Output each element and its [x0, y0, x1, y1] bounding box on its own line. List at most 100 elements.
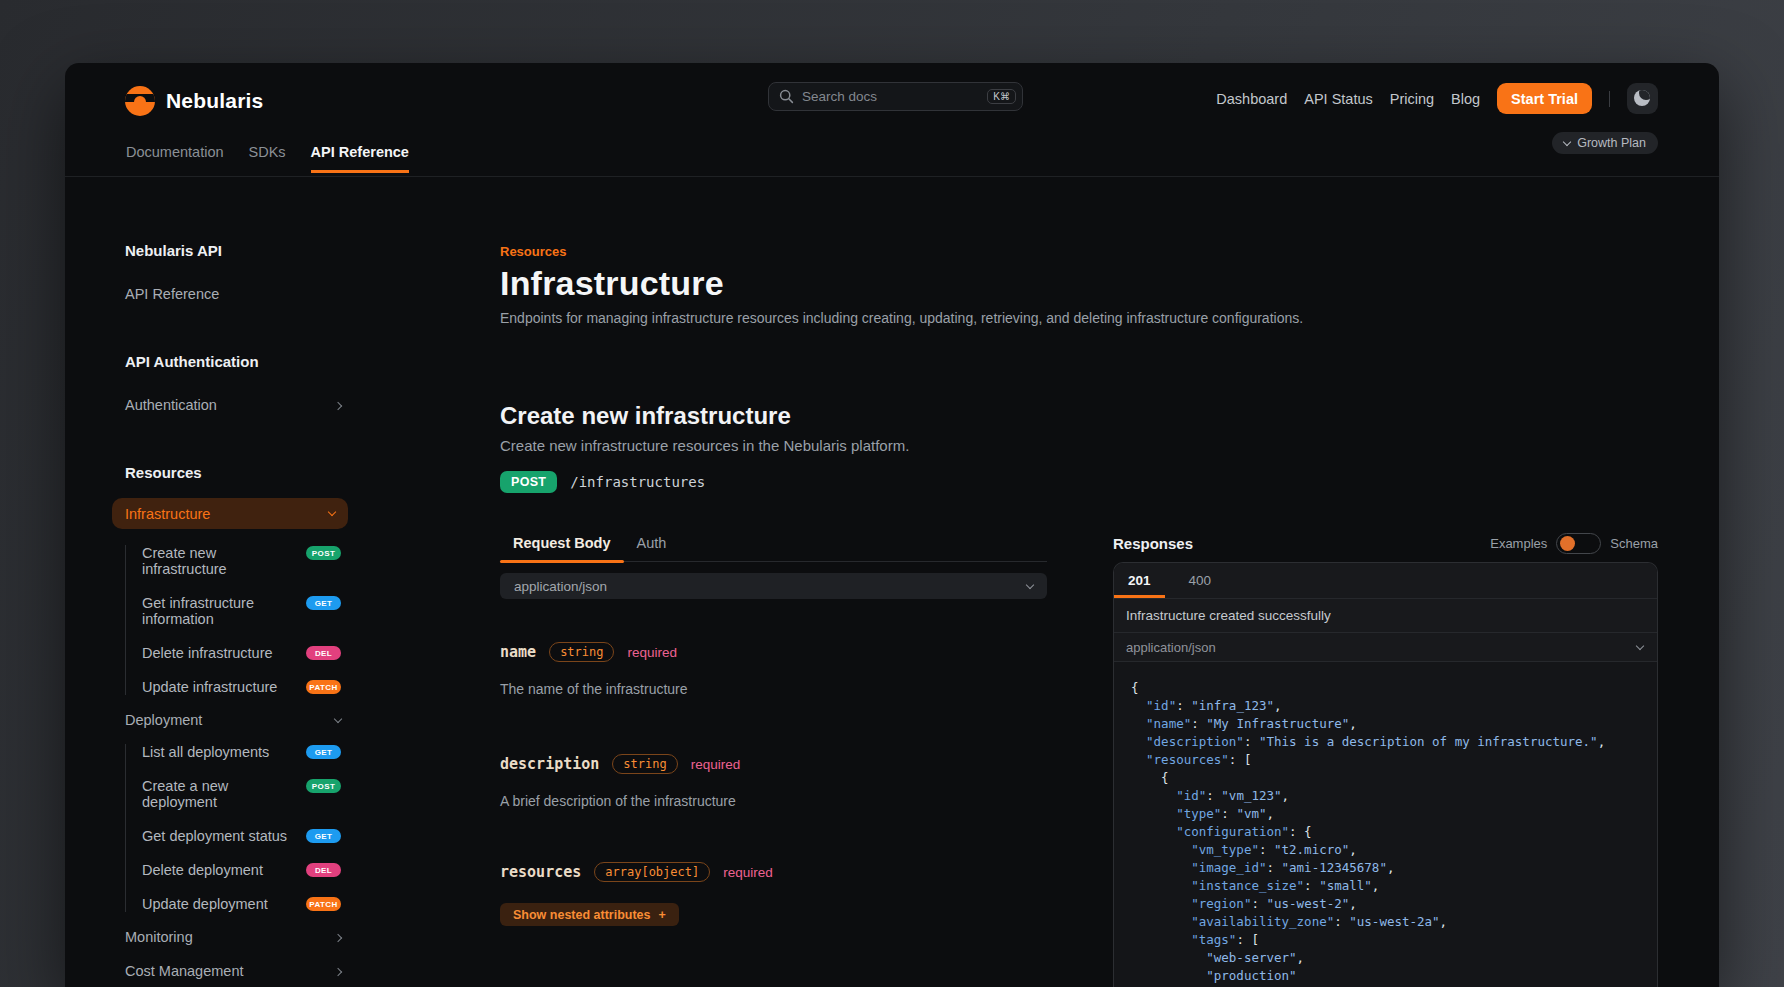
field-name: name — [500, 643, 536, 661]
sidebar-item-monitoring[interactable]: Monitoring — [125, 930, 341, 945]
examples-schema-toggle-group: Examples Schema — [1490, 533, 1658, 554]
sidebar-endpoint-delete-deployment[interactable]: Delete deploymentDEL — [142, 862, 341, 878]
header-divider — [1609, 91, 1610, 107]
moon-icon — [1634, 90, 1650, 106]
sidebar-endpoint-create-a-new-deployment[interactable]: Create a new deploymentPOST — [142, 778, 341, 810]
code-line: "id": "vm_123", — [1131, 787, 1657, 805]
show-nested-attributes-button[interactable]: Show nested attributes + — [500, 903, 679, 926]
search-input[interactable]: Search docs K⌘ — [768, 82, 1023, 111]
code-line: "configuration": { — [1131, 823, 1657, 841]
code-line: "image_id": "ami-12345678", — [1131, 859, 1657, 877]
chevron-down-icon — [1636, 641, 1644, 649]
code-line: "type": "vm", — [1131, 805, 1657, 823]
header-link-api-status[interactable]: API Status — [1304, 91, 1373, 107]
method-badge: POST — [500, 471, 557, 493]
header-links: Dashboard API Status Pricing Blog — [1216, 91, 1480, 107]
sidebar-item-cost-management[interactable]: Cost Management — [125, 964, 341, 979]
breadcrumb-eyebrow: Resources — [500, 245, 1360, 259]
sidebar-section-heading: Resources — [125, 465, 341, 481]
code-line: "instance_size": "small", — [1131, 877, 1657, 895]
sidebar-endpoint-list-all-deployments[interactable]: List all deploymentsGET — [142, 744, 341, 760]
page-title: Infrastructure — [500, 265, 1360, 301]
method-badge-get: GET — [306, 745, 341, 759]
app-window: Nebularis Search docs K⌘ DashboardAPI St… — [65, 63, 1719, 987]
field-type-badge: string — [549, 642, 614, 662]
sidebar-item-infrastructure[interactable]: Infrastructure — [112, 498, 348, 529]
header-link-dashboard[interactable]: Dashboard — [1216, 91, 1287, 107]
chevron-down-icon — [334, 715, 342, 723]
plus-icon: + — [659, 908, 666, 922]
tab-documentation[interactable]: Documentation — [126, 145, 224, 173]
toggle-label-schema: Schema — [1610, 536, 1658, 551]
sidebar-endpoint-get-infrastructure-information[interactable]: Get infrastructure informationGET — [142, 595, 341, 627]
response-tab-400[interactable]: 400 — [1175, 563, 1226, 598]
plan-label: Growth Plan — [1577, 136, 1646, 150]
response-content-type[interactable]: application/json — [1114, 633, 1657, 662]
method-badge-post: POST — [306, 546, 341, 560]
sidebar-endpoint-update-infrastructure[interactable]: Update infrastructurePATCH — [142, 679, 341, 695]
endpoint-row: POST /infrastructures — [500, 471, 1360, 493]
field-type-badge: string — [612, 754, 677, 774]
examples-schema-toggle[interactable] — [1556, 533, 1601, 554]
primary-tabs: Documentation SDKs API Reference — [126, 145, 409, 173]
site-header: Nebularis Search docs K⌘ DashboardAPI St… — [65, 63, 1719, 177]
response-panel: 201400 Infrastructure created successful… — [1113, 562, 1658, 987]
header-link-blog[interactable]: Blog — [1451, 91, 1480, 107]
search-placeholder: Search docs — [802, 89, 979, 104]
field-type-badge: array[object] — [594, 862, 710, 882]
endpoint-title: Create new infrastructure — [500, 403, 1360, 429]
chevron-down-icon — [328, 508, 336, 516]
method-badge-patch: PATCH — [306, 680, 341, 694]
response-code-block: { "id": "infra_123", "name": "My Infrast… — [1114, 662, 1657, 985]
code-line: { — [1131, 679, 1657, 697]
chevron-down-icon — [1026, 580, 1034, 588]
sidebar-endpoint-create-new-infrastructure[interactable]: Create new infrastructurePOST — [142, 545, 341, 577]
code-line: "web-server", — [1131, 949, 1657, 967]
theme-toggle-button[interactable] — [1627, 83, 1658, 114]
sidebar-endpoint-delete-infrastructure[interactable]: Delete infrastructureDEL — [142, 645, 341, 661]
sidebar: Nebularis API API Reference API Authentica… — [125, 177, 341, 979]
field-required-flag: required — [627, 645, 677, 660]
tab-sdks[interactable]: SDKs — [249, 145, 286, 173]
code-line: "tags": [ — [1131, 931, 1657, 949]
page-description: Endpoints for managing infrastructure re… — [500, 308, 1360, 328]
method-badge-del: DEL — [306, 646, 341, 660]
chevron-right-icon — [334, 933, 342, 941]
keyboard-shortcut-badge: K⌘ — [987, 89, 1016, 104]
code-line: "resources": [ — [1131, 751, 1657, 769]
request-tab-auth[interactable]: Auth — [624, 536, 680, 561]
method-badge-post: POST — [306, 779, 341, 793]
request-tabs: Request BodyAuth — [500, 536, 1047, 562]
code-line: "id": "infra_123", — [1131, 697, 1657, 715]
method-badge-get: GET — [306, 829, 341, 843]
code-line: "description": "This is a description of… — [1131, 733, 1657, 751]
start-trial-button[interactable]: Start Trial — [1497, 83, 1592, 114]
field-required-flag: required — [723, 865, 773, 880]
responses-title: Responses — [1113, 535, 1193, 552]
sidebar-section-heading: Nebularis API — [125, 243, 341, 259]
sidebar-endpoint-update-deployment[interactable]: Update deploymentPATCH — [142, 896, 341, 912]
method-badge-del: DEL — [306, 863, 341, 877]
content-type-select[interactable]: application/json — [500, 573, 1047, 599]
response-status-tabs: 201 400 — [1114, 563, 1657, 599]
header-link-pricing[interactable]: Pricing — [1390, 91, 1434, 107]
code-line: "region": "us-west-2", — [1131, 895, 1657, 913]
chevron-right-icon — [334, 401, 342, 409]
tab-api-reference[interactable]: API Reference — [311, 145, 409, 173]
chevron-down-icon — [1563, 137, 1571, 145]
request-tab-request-body[interactable]: Request Body — [500, 536, 624, 561]
sidebar-item-deployment[interactable]: Deployment — [125, 713, 341, 728]
plan-selector[interactable]: Growth Plan — [1552, 132, 1658, 154]
field-required-flag: required — [691, 757, 741, 772]
sidebar-endpoint-get-deployment-status[interactable]: Get deployment statusGET — [142, 828, 341, 844]
code-line: "vm_type": "t2.micro", — [1131, 841, 1657, 859]
field-name: description — [500, 755, 599, 773]
response-tab-201[interactable]: 201 — [1114, 563, 1165, 598]
sidebar-item-api-reference[interactable]: API Reference — [125, 287, 341, 302]
sidebar-item-authentication[interactable]: Authentication — [125, 398, 341, 413]
content-type-value: application/json — [514, 579, 607, 594]
toggle-label-examples: Examples — [1490, 536, 1547, 551]
toggle-knob — [1560, 536, 1575, 551]
method-badge-patch: PATCH — [306, 897, 341, 911]
sidebar-section-heading: API Authentication — [125, 354, 341, 370]
